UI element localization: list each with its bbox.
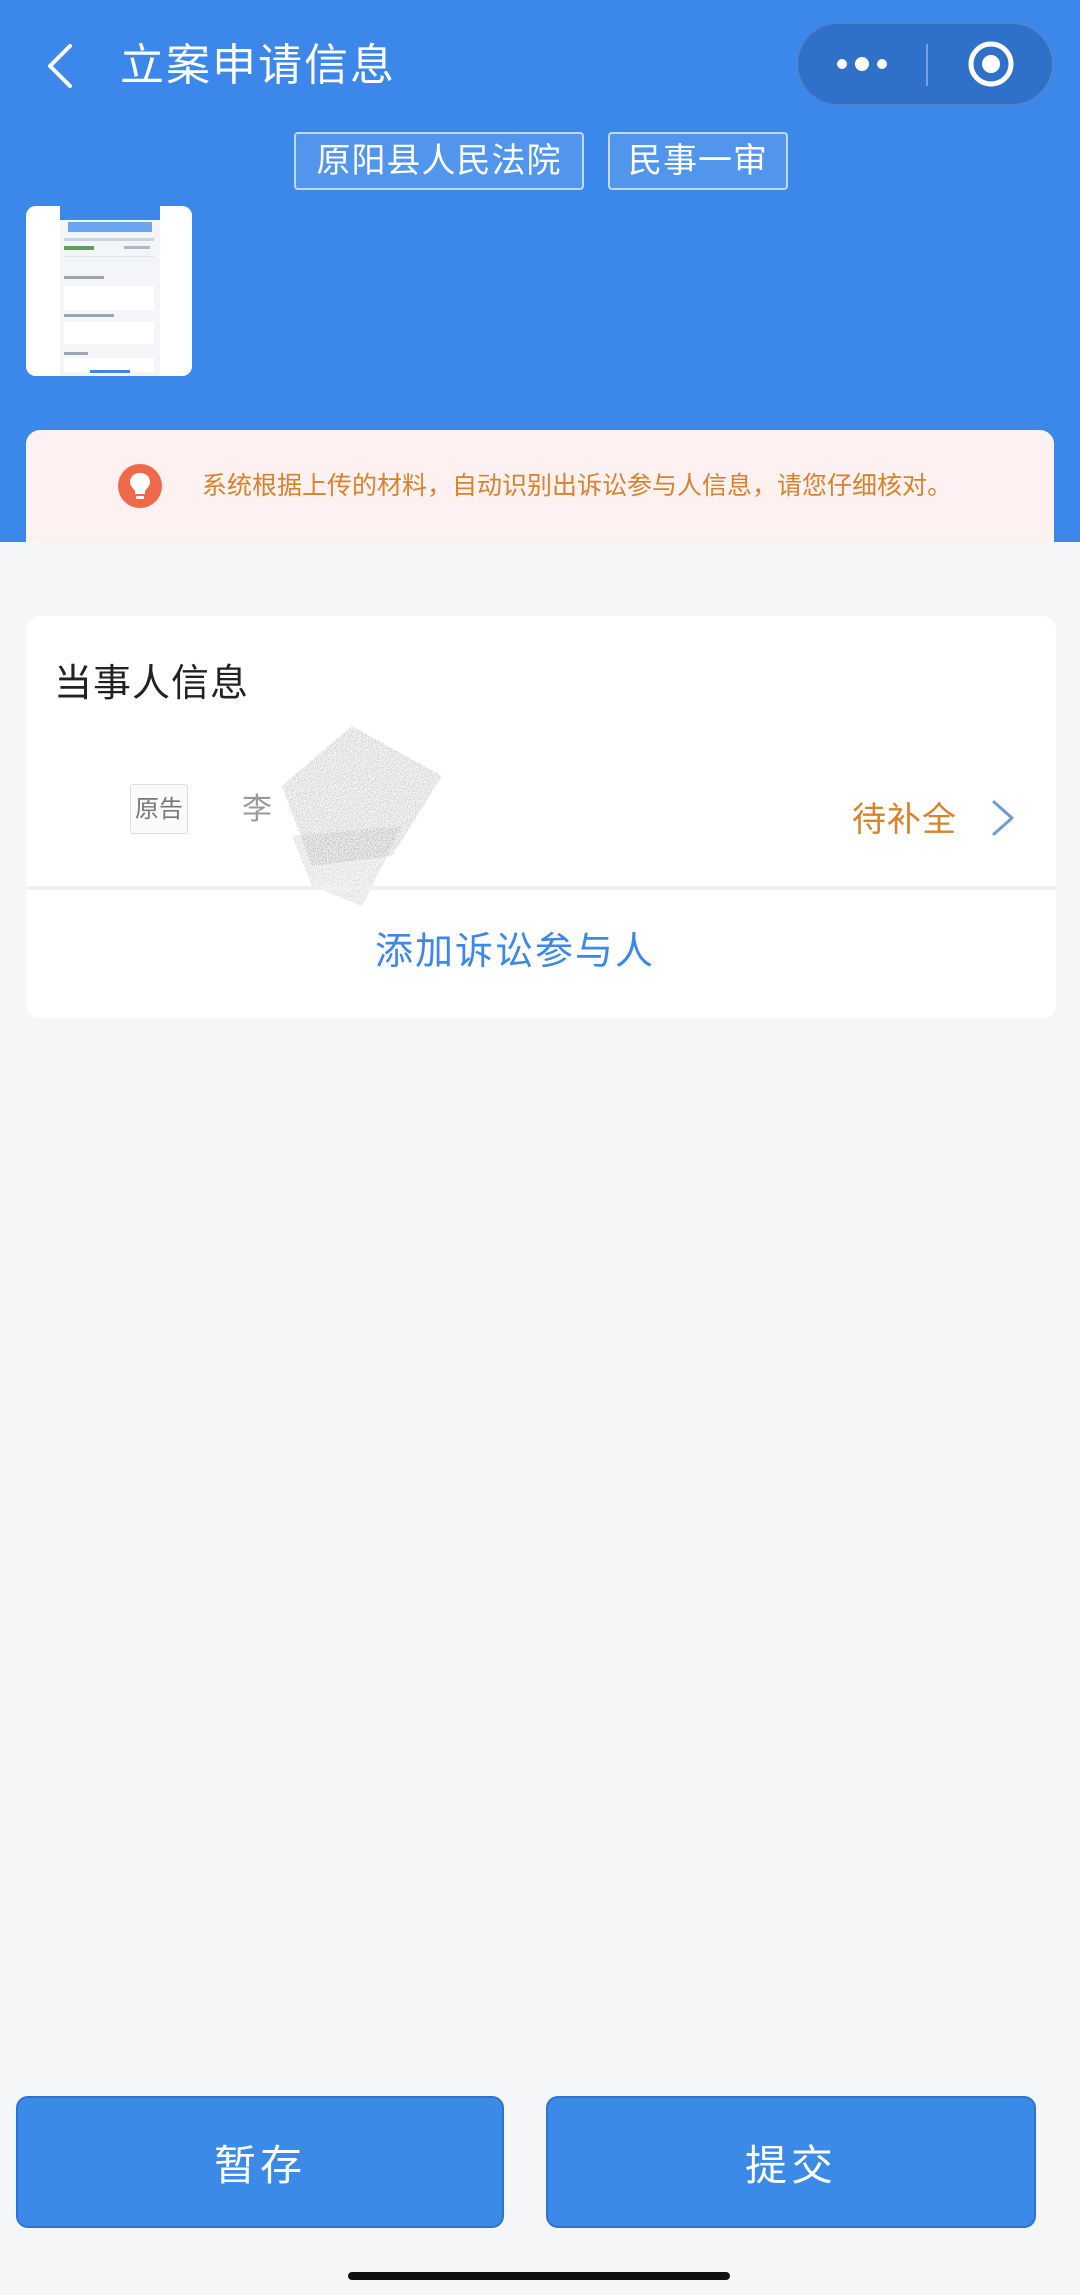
uploaded-document-thumbnail[interactable] — [26, 206, 192, 376]
page: 立案申请信息 原阳县人民法院 民事一审 系统根据上传的材料，自动识别出诉讼参与人… — [0, 0, 1080, 2295]
chevron-right-icon — [992, 800, 1014, 836]
lightbulb-icon — [118, 464, 162, 508]
submit-button[interactable]: 提交 — [546, 2096, 1036, 2228]
document-preview-image — [26, 206, 192, 376]
target-circle-icon — [968, 41, 1014, 87]
notice-text: 系统根据上传的材料，自动识别出诉讼参与人信息，请您仔细核对。 — [202, 471, 953, 500]
chevron-left-icon — [48, 44, 72, 88]
close-miniprogram-button[interactable] — [928, 24, 1054, 104]
home-indicator[interactable] — [348, 2272, 730, 2280]
party-status: 待补全 — [852, 800, 957, 840]
auto-recognition-notice: 系统根据上传的材料，自动识别出诉讼参与人信息，请您仔细核对。 — [26, 430, 1054, 542]
add-litigant-link[interactable]: 添加诉讼参与人 — [26, 920, 1056, 975]
case-type-tag: 民事一审 — [608, 132, 788, 190]
court-tag: 原阳县人民法院 — [294, 132, 584, 190]
party-role-badge: 原告 — [130, 784, 188, 834]
more-button[interactable] — [798, 24, 926, 104]
party-info-card: 当事人信息 原告 李 待补全 添加诉讼参与人 — [26, 616, 1056, 1018]
more-dots-icon — [837, 57, 887, 71]
card-title: 当事人信息 — [54, 661, 250, 705]
back-button[interactable] — [34, 36, 84, 96]
save-draft-button[interactable]: 暂存 — [16, 2096, 504, 2228]
page-title: 立案申请信息 — [120, 40, 396, 91]
miniprogram-capsule — [796, 22, 1054, 106]
row-divider — [26, 886, 1056, 890]
